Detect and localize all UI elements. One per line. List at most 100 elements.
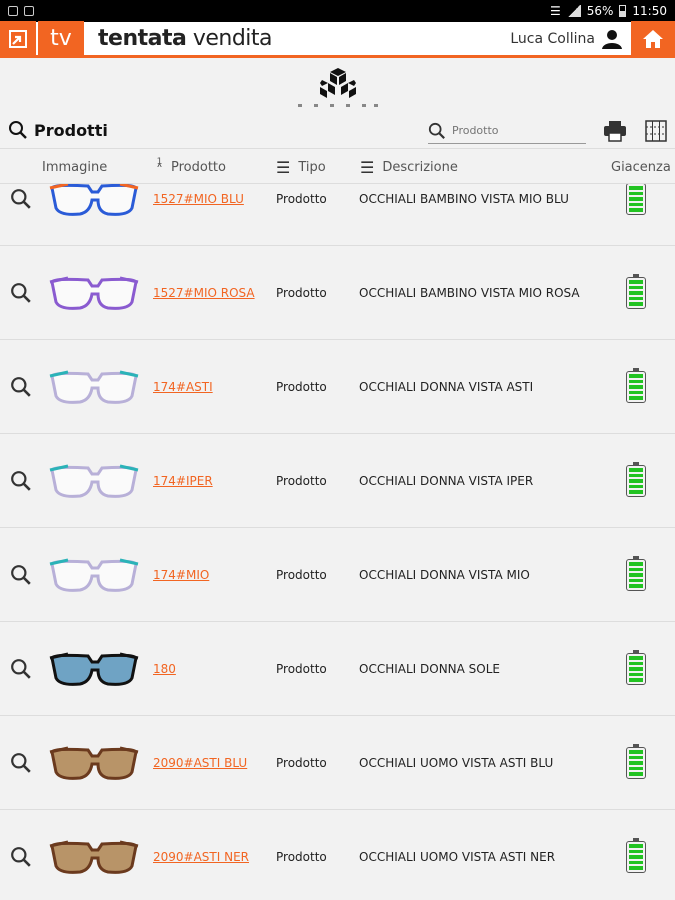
- product-description: OCCHIALI DONNA VISTA IPER: [359, 474, 534, 488]
- product-description: OCCHIALI DONNA VISTA ASTI: [359, 380, 534, 394]
- user-menu[interactable]: Luca Collina: [510, 28, 623, 50]
- column-type[interactable]: ☰ Tipo: [276, 149, 326, 185]
- product-list: 1527#MIO BLU Prodotto OCCHIALI BAMBINO V…: [0, 184, 675, 900]
- stock-indicator-icon: [626, 528, 646, 622]
- user-icon: [602, 29, 622, 49]
- toolbar: Prodotti: [0, 116, 675, 146]
- stock-indicator-icon: [626, 184, 646, 246]
- view-details-button[interactable]: [10, 434, 32, 528]
- notification-icon: [8, 6, 18, 16]
- stock-indicator-icon: [626, 434, 646, 528]
- page-title: Prodotti: [34, 120, 108, 140]
- page-title-group: Prodotti: [8, 120, 108, 140]
- stock-indicator-icon: [626, 622, 646, 716]
- menu-icon: ☰: [276, 157, 291, 177]
- product-image: [48, 716, 142, 810]
- view-details-button[interactable]: [10, 716, 32, 810]
- view-details-button[interactable]: [10, 184, 32, 246]
- app-notification-icon: [24, 6, 34, 16]
- table-row[interactable]: 2090#ASTI NER Prodotto OCCHIALI UOMO VIS…: [0, 810, 675, 900]
- product-type: Prodotto: [276, 850, 327, 864]
- product-type: Prodotto: [276, 568, 327, 582]
- product-code-link[interactable]: 1527#MIO BLU: [153, 184, 244, 246]
- user-name: Luca Collina: [510, 30, 595, 47]
- magnifier-icon: [11, 753, 31, 773]
- product-code-link[interactable]: 2090#ASTI BLU: [153, 716, 247, 810]
- table-row[interactable]: 174#MIO Prodotto OCCHIALI DONNA VISTA MI…: [0, 528, 675, 622]
- table-row[interactable]: 174#ASTI Prodotto OCCHIALI DONNA VISTA A…: [0, 340, 675, 434]
- product-type: Prodotto: [276, 192, 327, 206]
- clock: 11:50: [632, 4, 667, 18]
- column-image[interactable]: Immagine: [42, 149, 107, 185]
- product-image: [48, 528, 142, 622]
- status-bar: ☰ 56% 11:50: [0, 0, 675, 22]
- magnifier-icon: [11, 847, 31, 867]
- magnifier-icon: [11, 283, 31, 303]
- back-button[interactable]: [0, 20, 36, 57]
- product-type: Prodotto: [276, 474, 327, 488]
- view-details-button[interactable]: [10, 810, 32, 900]
- view-details-button[interactable]: [10, 622, 32, 716]
- product-code-link[interactable]: 180: [153, 622, 176, 716]
- column-stock[interactable]: Giacenza: [611, 149, 671, 185]
- product-image: [48, 622, 142, 716]
- print-icon[interactable]: [603, 120, 627, 142]
- product-image: [48, 810, 142, 900]
- view-details-button[interactable]: [10, 528, 32, 622]
- product-search[interactable]: [428, 118, 586, 144]
- product-type: Prodotto: [276, 662, 327, 676]
- product-image: [48, 246, 142, 340]
- product-code-link[interactable]: 174#ASTI: [153, 340, 213, 434]
- battery-icon: [619, 5, 627, 17]
- tv-logo: tv: [38, 20, 84, 57]
- product-description: OCCHIALI BAMBINO VISTA MIO BLU: [359, 192, 569, 206]
- signal-icon: [566, 5, 581, 17]
- company-logo: [298, 68, 378, 107]
- table-row[interactable]: 180 Prodotto OCCHIALI DONNA SOLE: [0, 622, 675, 716]
- exit-icon: [9, 29, 27, 48]
- column-product[interactable]: 1 ˄ Prodotto: [156, 149, 226, 185]
- product-code-link[interactable]: 1527#MIO ROSA: [153, 246, 255, 340]
- magnifier-icon: [11, 565, 31, 585]
- column-description[interactable]: ☰ Descrizione: [360, 149, 458, 185]
- magnifier-icon: [11, 659, 31, 679]
- product-type: Prodotto: [276, 380, 327, 394]
- product-image: [48, 340, 142, 434]
- magnifier-icon: [11, 471, 31, 491]
- search-input[interactable]: [452, 124, 572, 137]
- stock-indicator-icon: [626, 810, 646, 900]
- table-row[interactable]: 174#IPER Prodotto OCCHIALI DONNA VISTA I…: [0, 434, 675, 528]
- product-code-link[interactable]: 174#MIO: [153, 528, 209, 622]
- table-row[interactable]: 2090#ASTI BLU Prodotto OCCHIALI UOMO VIS…: [0, 716, 675, 810]
- product-description: OCCHIALI UOMO VISTA ASTI NER: [359, 850, 556, 864]
- stock-indicator-icon: [626, 340, 646, 434]
- product-description: OCCHIALI DONNA SOLE: [359, 662, 501, 676]
- product-code-link[interactable]: 2090#ASTI NER: [153, 810, 249, 900]
- product-code-link[interactable]: 174#IPER: [153, 434, 213, 528]
- table-header: Immagine 1 ˄ Prodotto ☰ Tipo ☰ Descrizio…: [0, 148, 675, 184]
- product-type: Prodotto: [276, 756, 327, 770]
- view-details-button[interactable]: [10, 340, 32, 434]
- product-description: OCCHIALI BAMBINO VISTA MIO ROSA: [359, 286, 580, 300]
- home-icon: [643, 29, 663, 48]
- table-row[interactable]: 1527#MIO ROSA Prodotto OCCHIALI BAMBINO …: [0, 246, 675, 340]
- stock-indicator-icon: [626, 246, 646, 340]
- product-image: [48, 184, 142, 246]
- wifi-icon: ☰: [549, 4, 561, 18]
- stock-indicator-icon: [626, 716, 646, 810]
- app-header: tv tentata vendita Luca Collina: [0, 20, 675, 58]
- magnifier-icon: [11, 189, 31, 209]
- menu-icon: ☰: [360, 157, 375, 177]
- product-type: Prodotto: [276, 286, 327, 300]
- home-button[interactable]: [631, 20, 675, 57]
- app-title: tentata vendita: [98, 26, 273, 51]
- table-row[interactable]: 1527#MIO BLU Prodotto OCCHIALI BAMBINO V…: [0, 184, 675, 246]
- product-description: OCCHIALI UOMO VISTA ASTI BLU: [359, 756, 554, 770]
- magnifier-icon: [11, 377, 31, 397]
- product-description: OCCHIALI DONNA VISTA MIO: [359, 568, 530, 582]
- view-details-button[interactable]: [10, 246, 32, 340]
- battery-percent: 56%: [586, 4, 614, 18]
- columns-icon[interactable]: [645, 120, 667, 142]
- sort-ascending-icon: 1 ˄: [156, 157, 163, 179]
- search-icon: [428, 122, 445, 139]
